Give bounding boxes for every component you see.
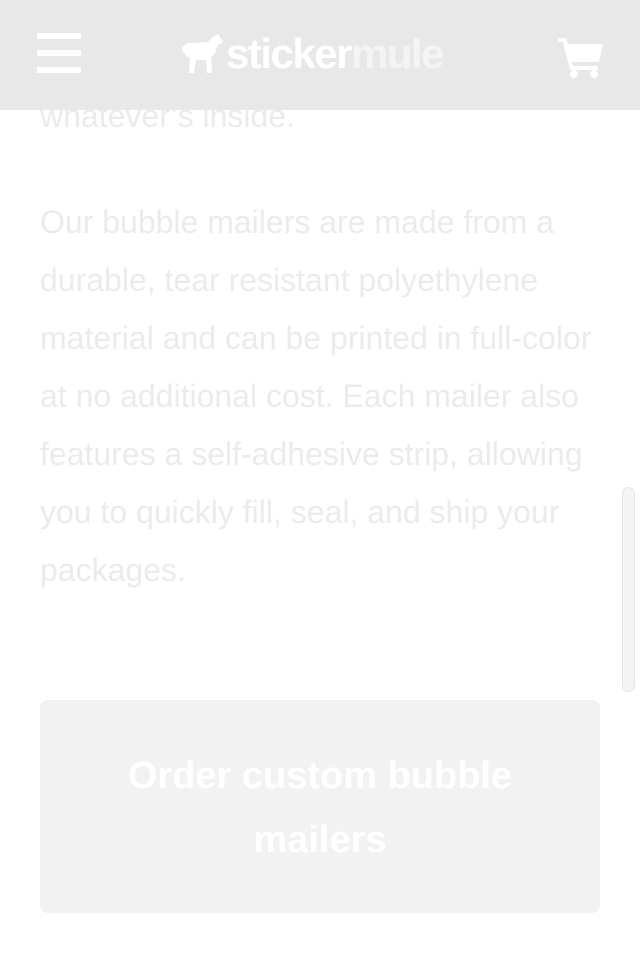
logo-text-mule: mule [350,30,445,77]
shopping-cart-icon[interactable] [558,36,604,78]
logo-text-sticker: sticker [226,30,352,77]
scrollbar-thumb[interactable] [622,487,635,692]
site-header: stickermule [0,0,640,110]
description-paragraph: Our bubble mailers are made from a durab… [40,204,592,588]
order-bubble-mailers-button[interactable]: Order custom bubble mailers [40,700,600,913]
page: whatever’s inside. Our bubble mailers ar… [0,0,640,959]
order-button-label: Order custom bubble mailers [127,755,513,861]
main-content: whatever’s inside. Our bubble mailers ar… [40,87,610,599]
mule-logo-icon [182,34,223,73]
hamburger-menu-icon[interactable] [37,33,81,73]
stickermule-logo[interactable]: stickermule [180,26,465,82]
